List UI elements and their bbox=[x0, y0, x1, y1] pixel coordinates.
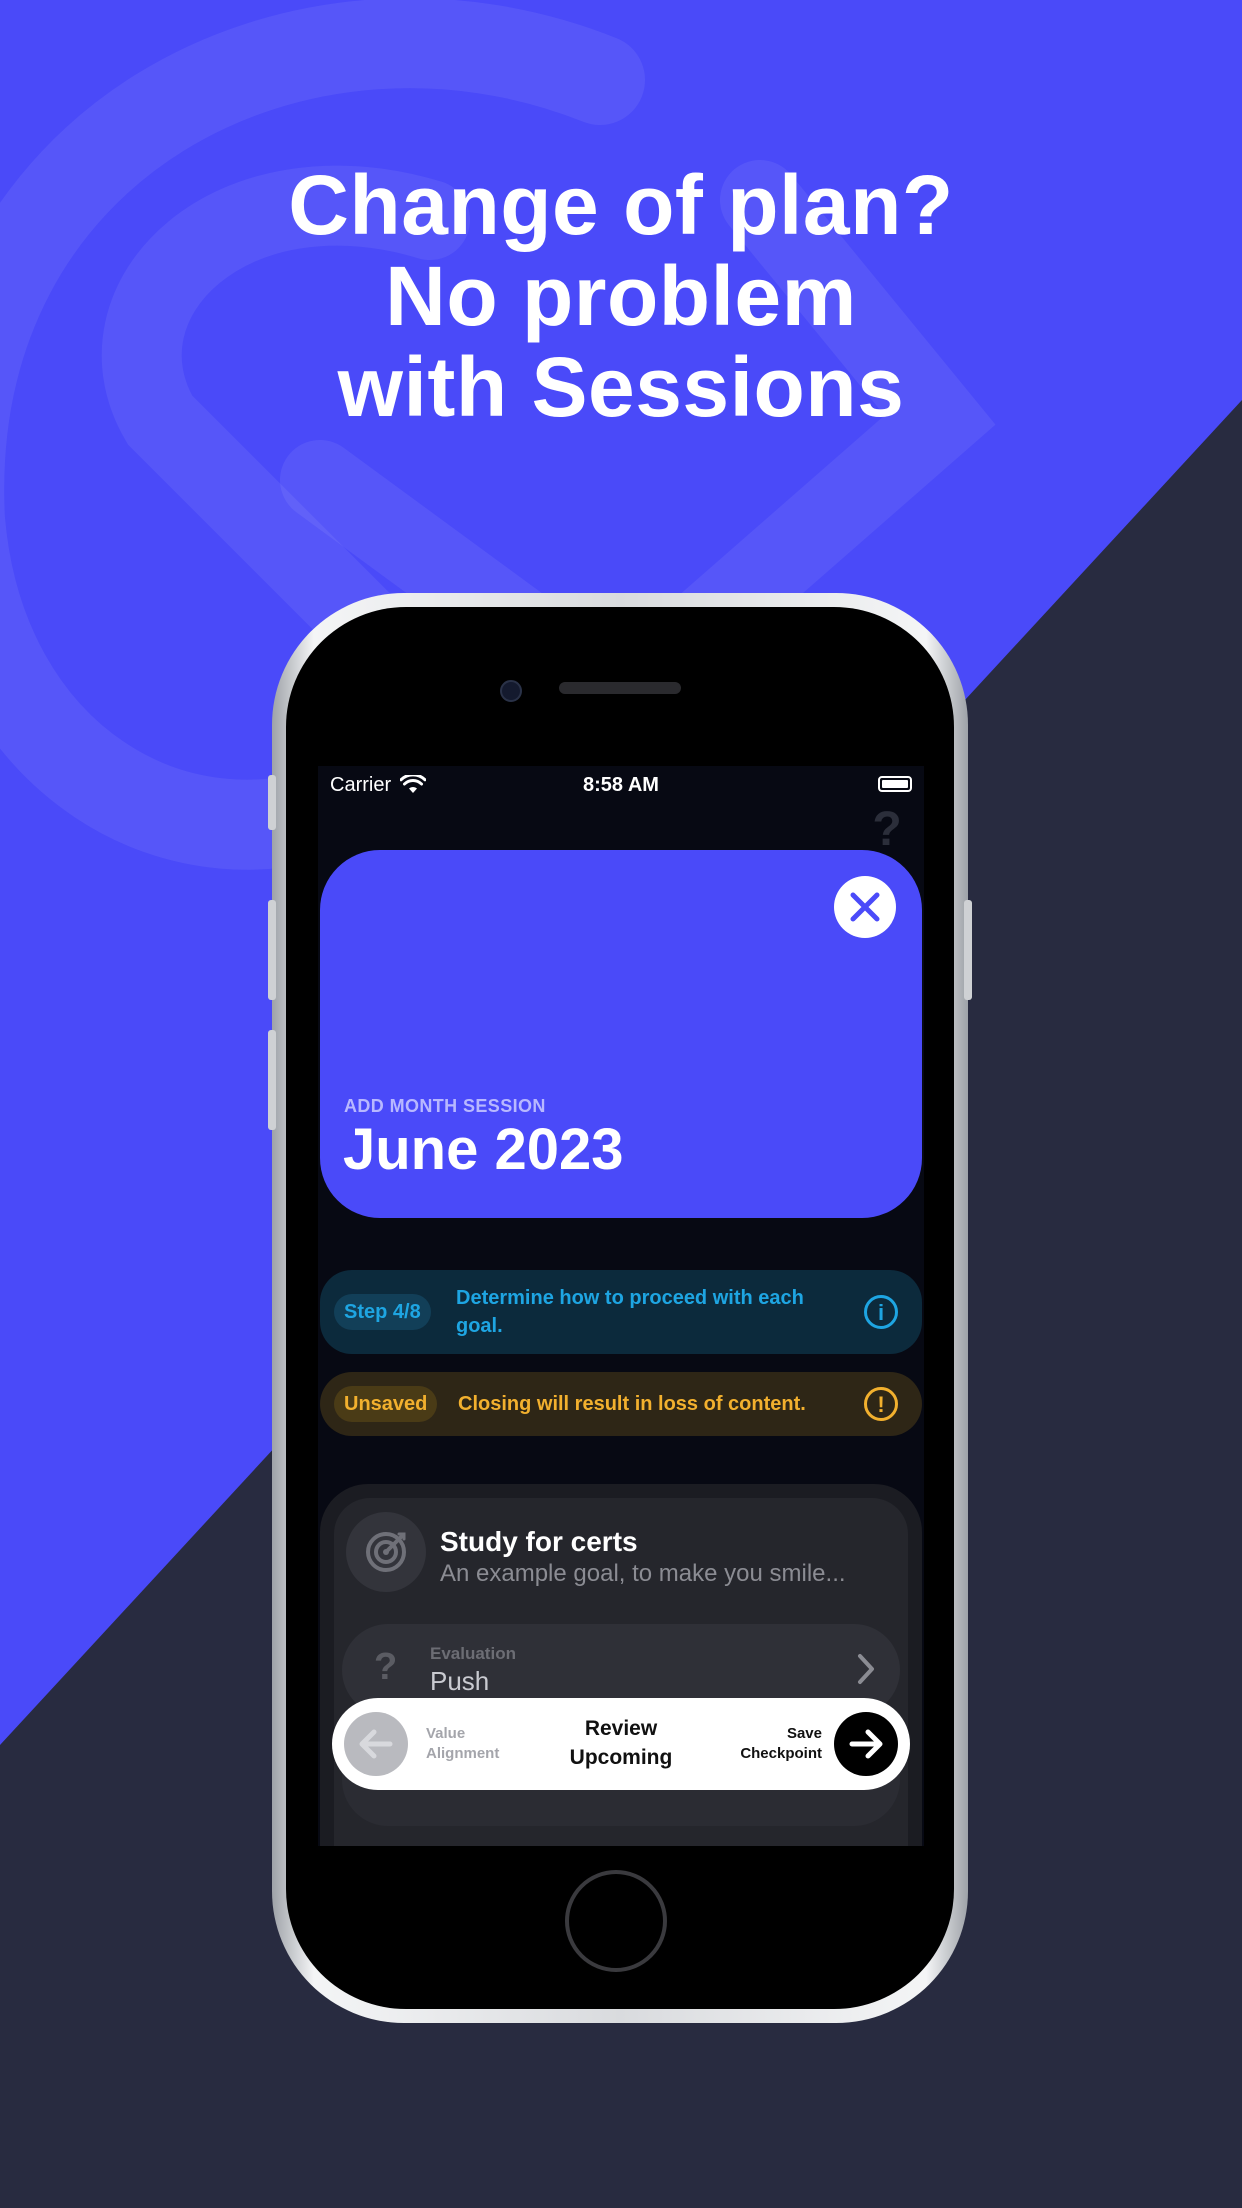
headline-line-2: No problem bbox=[385, 249, 857, 343]
goal-icon-circle bbox=[346, 1512, 426, 1592]
forward-button[interactable] bbox=[834, 1712, 898, 1776]
session-header-card: ADD MONTH SESSION June 2023 bbox=[320, 850, 922, 1218]
promo-headline: Change of plan? No problem with Sessions bbox=[0, 160, 1242, 433]
status-time: 8:58 AM bbox=[583, 774, 659, 796]
close-icon bbox=[850, 892, 880, 922]
close-button[interactable] bbox=[834, 876, 896, 938]
session-title: June 2023 bbox=[343, 1117, 624, 1182]
arrow-right-icon bbox=[849, 1729, 883, 1759]
earpiece-speaker bbox=[559, 682, 681, 694]
step-badge: Step 4/8 bbox=[334, 1294, 431, 1330]
goal-card: Study for certs An example goal, to make… bbox=[320, 1484, 922, 1846]
warning-icon[interactable]: ! bbox=[864, 1387, 898, 1421]
chevron-right-icon bbox=[858, 1654, 874, 1684]
bottom-step-navigation: Value Alignment Review Upcoming Save Che… bbox=[332, 1698, 910, 1790]
next-step-line-1: Save bbox=[786, 1725, 822, 1742]
step-banner: Step 4/8 Determine how to proceed with e… bbox=[320, 1270, 922, 1354]
step-instruction: Determine how to proceed with each goal. bbox=[456, 1287, 804, 1337]
question-icon: ? bbox=[374, 1646, 398, 1688]
session-subtitle: ADD MONTH SESSION bbox=[344, 1096, 546, 1116]
headline-line-1: Change of plan? bbox=[288, 158, 954, 252]
target-icon bbox=[366, 1532, 406, 1572]
goal-description: An example goal, to make you smile... bbox=[440, 1560, 846, 1587]
goal-card-inner: Study for certs An example goal, to make… bbox=[334, 1498, 908, 1846]
current-step-line-1: Review bbox=[584, 1717, 658, 1740]
silent-switch bbox=[268, 775, 276, 830]
next-step-label: Save Checkpoint bbox=[740, 1724, 822, 1764]
unsaved-badge: Unsaved bbox=[334, 1386, 438, 1422]
home-button[interactable] bbox=[565, 1870, 667, 1972]
next-step-line-2: Checkpoint bbox=[740, 1745, 822, 1762]
info-icon[interactable]: i bbox=[864, 1295, 898, 1329]
battery-icon bbox=[878, 776, 912, 792]
volume-up-button bbox=[268, 900, 276, 1000]
current-step-line-2: Upcoming bbox=[569, 1746, 673, 1769]
power-button bbox=[964, 900, 972, 1000]
evaluation-value: Push bbox=[430, 1666, 490, 1696]
app-screen: Carrier 8:58 AM ? ADD MONTH SESSION June… bbox=[318, 766, 924, 1846]
evaluation-label: Evaluation bbox=[430, 1644, 516, 1663]
question-icon[interactable]: ? bbox=[870, 806, 904, 854]
unsaved-banner: Unsaved Closing will result in loss of c… bbox=[320, 1372, 922, 1436]
current-step-label: Review Upcoming bbox=[332, 1714, 910, 1772]
volume-down-button bbox=[268, 1030, 276, 1130]
unsaved-warning-text: Closing will result in loss of content. bbox=[458, 1393, 806, 1415]
front-camera bbox=[500, 680, 522, 702]
goal-title: Study for certs bbox=[440, 1526, 638, 1557]
headline-line-3: with Sessions bbox=[337, 340, 905, 434]
status-bar: Carrier 8:58 AM bbox=[318, 766, 924, 806]
